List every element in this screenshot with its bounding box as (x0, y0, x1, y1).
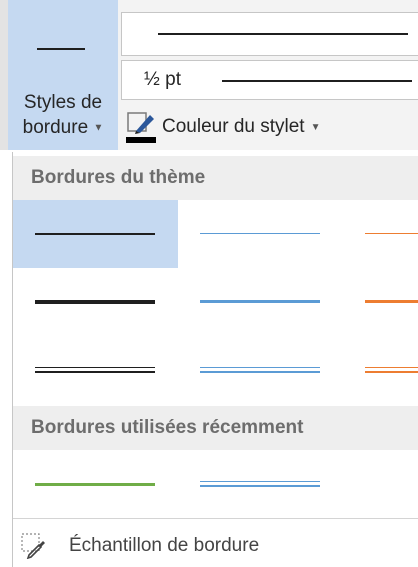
ribbon-area: Styles de bordure ▼ ½ pt Couleur du styl… (0, 0, 418, 150)
footer-separator (13, 518, 418, 519)
chevron-down-icon: ▼ (93, 122, 104, 134)
recent-borders-header: Bordures utilisées récemment (13, 406, 418, 450)
border-line (35, 371, 155, 373)
pen-weight-dropdown[interactable]: ½ pt (121, 60, 418, 100)
border-line (200, 233, 320, 234)
chevron-down-icon: ▼ (310, 121, 321, 133)
theme-border-black-thin[interactable] (13, 200, 178, 268)
recent-border-green[interactable] (13, 450, 178, 518)
border-sampler-label: Échantillon de bordure (69, 534, 260, 556)
border-line (365, 371, 418, 373)
border-line (35, 483, 155, 486)
theme-border-orange-thin[interactable] (343, 200, 418, 268)
border-line (200, 300, 320, 303)
theme-border-orange-double[interactable] (343, 336, 418, 404)
eyedropper-icon (21, 532, 47, 559)
border-line (35, 300, 155, 304)
border-line (35, 233, 155, 235)
border-style-preview (37, 48, 85, 50)
theme-border-orange-thick[interactable] (343, 268, 418, 336)
theme-border-blue-double[interactable] (178, 336, 343, 404)
border-styles-button[interactable]: Styles de bordure ▼ (8, 0, 118, 150)
border-line (365, 233, 418, 234)
pen-color-swatch (126, 137, 156, 143)
border-styles-gallery: Bordures du thème Bordures utilisées réc… (12, 152, 418, 567)
pen-weight-value: ½ pt (144, 69, 181, 90)
pen-style-dropdown[interactable] (121, 12, 418, 56)
border-line (200, 481, 320, 482)
ribbon-left-edge (0, 0, 8, 150)
theme-border-black-thick[interactable] (13, 268, 178, 336)
pen-style-line (158, 33, 408, 35)
border-styles-label-line2: bordure (22, 117, 89, 138)
pen-weight-line (222, 80, 412, 82)
theme-border-blue-thick[interactable] (178, 268, 343, 336)
theme-border-black-double[interactable] (13, 336, 178, 404)
border-line (365, 300, 418, 303)
pen-color-icon (126, 111, 156, 143)
border-styles-label-line1: Styles de (23, 92, 103, 113)
pen-color-label: Couleur du stylet (162, 116, 305, 137)
border-sampler-menu-item[interactable]: Échantillon de bordure (13, 524, 418, 567)
theme-border-blue-thin[interactable] (178, 200, 343, 268)
theme-borders-header: Bordures du thème (13, 156, 418, 200)
border-line (200, 367, 320, 368)
recent-border-blue-double[interactable] (178, 450, 343, 518)
border-line (200, 371, 320, 373)
pen-color-button[interactable]: Couleur du stylet ▼ (126, 110, 320, 144)
border-styles-label: Styles de bordure ▼ (8, 90, 118, 140)
border-line (35, 367, 155, 368)
border-line (365, 367, 418, 368)
border-line (200, 485, 320, 487)
